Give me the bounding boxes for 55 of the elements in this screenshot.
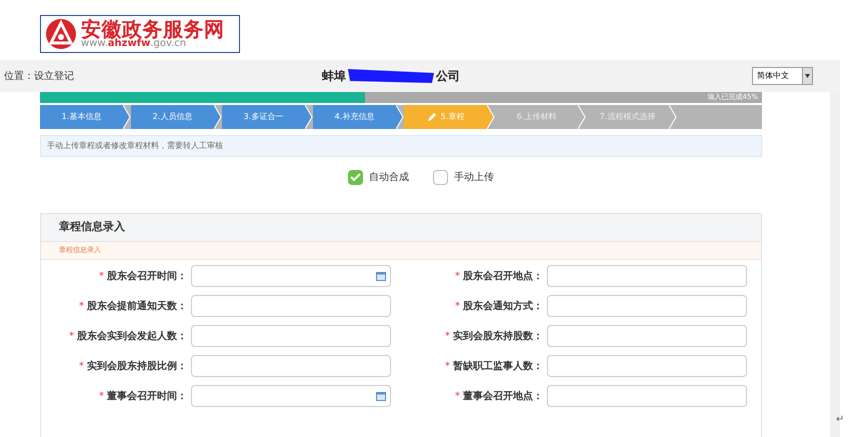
- required-mark: *: [99, 270, 104, 284]
- input-field[interactable]: [547, 325, 747, 347]
- step-separator-icon: [487, 105, 495, 129]
- language-select[interactable]: 简体中文: [752, 67, 813, 85]
- required-mark: *: [99, 390, 104, 404]
- date-field[interactable]: [191, 385, 391, 407]
- field-label: 股东会召开地点：: [463, 269, 543, 284]
- required-mark: *: [455, 390, 460, 404]
- input-field[interactable]: [547, 265, 747, 287]
- input-field[interactable]: [191, 325, 391, 347]
- step-separator-icon: [214, 105, 222, 129]
- logo-mark-icon: [45, 18, 77, 50]
- return-mark: ↵: [836, 413, 844, 427]
- company-title: 蚌埠: [322, 68, 346, 85]
- input-field[interactable]: [547, 385, 747, 407]
- option-checkbox[interactable]: 自动合成: [348, 170, 409, 185]
- step-separator-icon: [669, 105, 677, 129]
- required-mark: *: [455, 300, 460, 314]
- input-field[interactable]: [191, 295, 391, 317]
- pencil-icon: [426, 112, 437, 122]
- input-field[interactable]: [547, 295, 747, 317]
- site-logo[interactable]: 安徽政务服务网 www.ahzwfw.gov.cn: [40, 15, 240, 53]
- field-label: 股东会通知方式：: [463, 299, 543, 314]
- check-icon: [350, 173, 361, 182]
- option-checkbox[interactable]: 手动上传: [433, 170, 494, 185]
- location-text: 位置：设立登记: [4, 70, 74, 84]
- logo-title: 安徽政务服务网: [81, 19, 224, 39]
- required-mark: *: [79, 360, 84, 374]
- required-mark: *: [79, 300, 84, 314]
- calendar-icon: [376, 391, 386, 401]
- field-label: 股东会实到会发起人数：: [77, 329, 187, 344]
- logo-url: www.ahzwfw.gov.cn: [81, 39, 186, 49]
- step-separator-icon: [305, 105, 313, 129]
- date-field[interactable]: [191, 265, 391, 287]
- caret-icon: [805, 74, 810, 78]
- field-label: 实到会股东持股比例：: [87, 359, 187, 374]
- input-field[interactable]: [191, 355, 391, 377]
- required-mark: *: [69, 330, 74, 344]
- company-title: 公司: [436, 68, 460, 85]
- field-label: 董事会召开时间：: [107, 390, 187, 404]
- required-mark: *: [455, 270, 460, 284]
- input-field[interactable]: [547, 355, 747, 377]
- field-label: 实到会股东持股数：: [453, 329, 543, 344]
- field-label: 暂缺职工监事人数：: [453, 360, 543, 374]
- card-header: 章程信息录入: [41, 214, 761, 242]
- step-separator-icon: [123, 105, 131, 129]
- field-label: 股东会召开时间：: [107, 269, 187, 284]
- calendar-icon: [376, 271, 386, 281]
- required-mark: *: [445, 360, 450, 374]
- step-separator-icon: [578, 105, 586, 129]
- step-separator-icon: [396, 105, 404, 129]
- notice-bar: 手动上传章程或者修改章程材料，需要转人工审核: [40, 135, 762, 157]
- field-label: 股东会提前通知天数：: [87, 299, 187, 314]
- field-label: 董事会召开地点：: [463, 390, 543, 404]
- required-mark: *: [445, 330, 450, 344]
